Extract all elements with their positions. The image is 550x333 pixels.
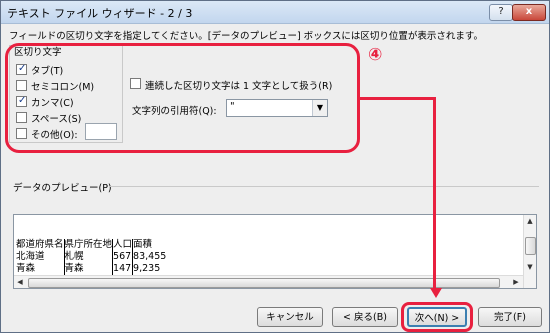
table-row: 都道府県名 県庁所在地 人口 面積 (16, 239, 167, 251)
text-import-wizard-window: テキスト ファイル ウィザード - 2 / 3 ? x フィールドの区切り文字を… (0, 0, 550, 333)
finish-button[interactable]: 完了(F) (478, 307, 542, 327)
table-cell: 83,455 (132, 251, 167, 263)
instruction-text: フィールドの区切り文字を指定してください。[データのプレビュー] ボックスには区… (9, 31, 483, 42)
table-cell: 人口 (112, 239, 133, 251)
preview-label: データのプレビュー(P) (13, 183, 112, 194)
scroll-down-icon[interactable]: ▼ (524, 261, 536, 273)
table-cell: 面積 (132, 239, 167, 251)
table-cell: 北海道 (16, 251, 45, 262)
table-cell: 都道府県名 (16, 239, 64, 250)
table-cell: 青森 (16, 263, 36, 274)
data-preview-box[interactable]: 都道府県名 県庁所在地 人口 面積 北海道 札幌 567 83,455 青森 青… (13, 214, 537, 289)
table-cell: 147 (112, 263, 133, 275)
scroll-left-icon[interactable]: ◀ (14, 276, 26, 288)
cancel-button[interactable]: キャンセル (257, 307, 323, 327)
annotation-highlight-next (401, 302, 473, 332)
table-cell: 県庁所在地 (63, 239, 113, 251)
vertical-scroll-thumb[interactable] (525, 237, 536, 255)
table-cell: 札幌 (63, 251, 113, 263)
help-button[interactable]: ? (489, 4, 513, 21)
table-row: 青森 青森 147 9,235 (16, 263, 167, 275)
back-button[interactable]: < 戻る(B) (332, 307, 398, 327)
preview-table: 都道府県名 県庁所在地 人口 面積 北海道 札幌 567 83,455 青森 青… (16, 239, 167, 275)
title-bar: テキスト ファイル ウィザード - 2 / 3 ? x (1, 1, 549, 24)
annotation-highlight-delimiters (5, 43, 360, 153)
annotation-connector-vertical (433, 97, 436, 290)
table-cell: 567 (112, 251, 133, 263)
window-title: テキスト ファイル ウィザード - 2 / 3 (7, 7, 193, 20)
annotation-connector-horizontal (357, 97, 435, 100)
horizontal-scrollbar[interactable]: ◀ ▶ (14, 275, 523, 288)
table-cell: 9,235 (132, 263, 167, 275)
table-cell: 青森 (63, 263, 113, 275)
scroll-right-icon[interactable]: ▶ (510, 276, 522, 288)
annotation-arrow-icon (430, 288, 442, 298)
preview-divider (109, 186, 539, 187)
close-button[interactable]: x (512, 4, 546, 21)
scroll-up-icon[interactable]: ▲ (524, 215, 536, 227)
annotation-step-marker: ④ (368, 45, 383, 65)
horizontal-scroll-thumb[interactable] (28, 278, 500, 288)
table-row: 北海道 札幌 567 83,455 (16, 251, 167, 263)
vertical-scrollbar[interactable]: ▲ ▼ (523, 215, 536, 288)
